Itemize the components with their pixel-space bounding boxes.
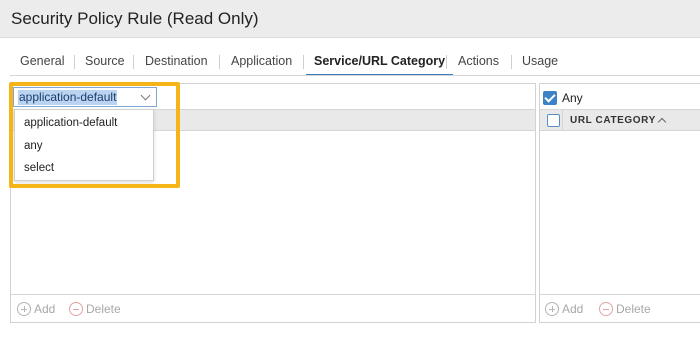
delete-icon	[69, 302, 83, 316]
url-category-add-label: Add	[562, 302, 584, 316]
service-panel-footer: Add Delete	[11, 294, 535, 322]
tab-separator	[303, 55, 304, 69]
tab-underline	[10, 75, 700, 76]
url-category-panel: URL CATEGORY Add Delete	[539, 83, 700, 323]
tab-source[interactable]: Source	[85, 54, 125, 76]
url-category-delete-label: Delete	[616, 302, 651, 316]
tab-usage[interactable]: Usage	[522, 54, 558, 76]
url-category-grid-header: URL CATEGORY	[540, 109, 700, 131]
service-add-label: Add	[34, 302, 56, 316]
title-bar: Security Policy Rule (Read Only)	[0, 0, 700, 38]
select-all-checkbox[interactable]	[547, 114, 560, 127]
tab-application[interactable]: Application	[231, 54, 292, 76]
tab-separator	[446, 55, 447, 69]
add-icon	[17, 302, 31, 316]
any-url-category-toggle[interactable]: Any	[543, 90, 583, 106]
service-add-button[interactable]: Add	[17, 301, 55, 317]
any-label: Any	[562, 91, 583, 105]
dialog-title: Security Policy Rule (Read Only)	[11, 9, 259, 28]
service-delete-button[interactable]: Delete	[69, 301, 121, 317]
tab-destination[interactable]: Destination	[145, 54, 208, 76]
url-category-add-button[interactable]: Add	[545, 301, 583, 317]
column-separator	[562, 110, 563, 130]
tab-service-url-category[interactable]: Service/URL Category	[305, 54, 454, 76]
url-category-panel-footer: Add Delete	[540, 294, 700, 322]
service-delete-label: Delete	[86, 302, 121, 316]
tab-separator	[133, 55, 134, 69]
url-category-column-header[interactable]: URL CATEGORY	[570, 115, 656, 126]
add-icon	[545, 302, 559, 316]
tab-separator	[511, 55, 512, 69]
sort-ascending-icon[interactable]	[657, 117, 667, 127]
delete-icon	[599, 302, 613, 316]
url-category-delete-button[interactable]: Delete	[599, 301, 651, 317]
tab-separator	[74, 55, 75, 69]
highlight-box	[9, 82, 180, 188]
tab-actions[interactable]: Actions	[458, 54, 499, 76]
tab-bar: General Source Destination Application S…	[0, 50, 700, 76]
tab-separator	[219, 55, 220, 69]
tab-general[interactable]: General	[20, 54, 64, 76]
any-checkbox[interactable]	[543, 91, 557, 105]
